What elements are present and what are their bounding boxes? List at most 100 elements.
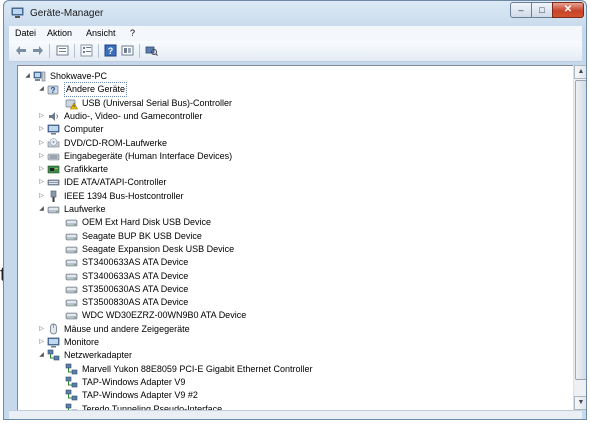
toolbar: ? xyxy=(9,41,582,62)
toolbar-separator xyxy=(74,44,75,58)
tree-item-label: Netzwerkadapter xyxy=(64,350,133,361)
tree-category[interactable]: ◢ Laufwerke xyxy=(18,203,574,216)
expand-arrow-icon[interactable]: ▷ xyxy=(38,153,45,160)
expand-arrow-icon[interactable]: ▷ xyxy=(38,339,45,346)
window-title: Geräte-Manager xyxy=(30,8,104,19)
tree-category[interactable]: ◢? Andere Geräte xyxy=(18,82,574,98)
collapse-arrow-icon[interactable]: ◢ xyxy=(24,73,31,80)
tree-item-label: OEM Ext Hard Disk USB Device xyxy=(82,217,212,228)
network-adapter-icon xyxy=(47,349,60,361)
menu-help[interactable]: ? xyxy=(130,28,135,38)
scroll-up-icon[interactable]: ▲ xyxy=(574,65,586,79)
ide-controller-icon xyxy=(47,180,60,186)
device-tree[interactable]: ◢ Shokwave-PC ◢? Andere Geräte USB (Universa… xyxy=(17,65,577,412)
hard-disk-icon xyxy=(65,219,78,227)
monitor-icon xyxy=(47,337,60,348)
tree-device[interactable]: ST3400633AS ATA Device xyxy=(18,270,574,283)
tree-item-label: ST3500630AS ATA Device xyxy=(82,283,189,294)
expand-arrow-icon[interactable]: ▷ xyxy=(38,326,45,333)
expand-arrow-icon[interactable]: ▷ xyxy=(38,126,45,133)
tree-item-label: Seagate BUP BK USB Device xyxy=(82,230,202,241)
minimize-button[interactable]: – xyxy=(510,2,532,18)
tree-device[interactable]: TAP-Windows Adapter V9 #2 xyxy=(18,389,574,402)
device-manager-icon xyxy=(11,7,24,18)
maximize-button[interactable]: □ xyxy=(531,2,553,18)
tree-item-label: TAP-Windows Adapter V9 xyxy=(82,376,186,387)
close-button[interactable]: ✕ xyxy=(552,2,584,18)
tree-item-label: Grafikkarte xyxy=(64,164,109,175)
back-arrow-icon[interactable] xyxy=(15,44,28,57)
tree-device[interactable]: WDC WD30EZRZ-00WN9B0 ATA Device xyxy=(18,309,574,322)
tree-device[interactable]: Seagate Expansion Desk USB Device xyxy=(18,243,574,256)
tree-item-label: Mäuse und andere Zeigegeräte xyxy=(64,323,190,334)
tree-device[interactable]: OEM Ext Hard Disk USB Device xyxy=(18,216,574,229)
hard-disk-icon xyxy=(65,246,78,254)
scan-hardware-icon[interactable] xyxy=(145,44,158,57)
svg-text:?: ? xyxy=(108,46,114,56)
expand-arrow-icon[interactable]: ▷ xyxy=(38,140,45,147)
title-bar[interactable]: Geräte-Manager – □ ✕ xyxy=(4,1,586,25)
tree-device[interactable]: ST3500830AS ATA Device xyxy=(18,296,574,309)
help-icon[interactable]: ? xyxy=(104,44,117,57)
computer-icon xyxy=(33,71,46,82)
toolbar-separator xyxy=(49,44,50,58)
tree-item-label: Shokwave-PC xyxy=(50,71,108,81)
display-adapter-icon xyxy=(47,165,60,174)
tree-item-label: ST3500830AS ATA Device xyxy=(82,297,189,308)
tree-item-label: ST3400633AS ATA Device xyxy=(82,257,189,268)
collapse-arrow-icon[interactable]: ◢ xyxy=(38,206,45,213)
hard-disk-icon xyxy=(65,273,78,280)
forward-arrow-icon[interactable] xyxy=(31,44,44,57)
tree-category[interactable]: ▷ Computer xyxy=(18,123,574,136)
hard-disk-icon xyxy=(65,299,78,307)
speaker-icon xyxy=(49,111,58,121)
network-adapter-icon xyxy=(65,363,78,374)
expand-arrow-icon[interactable]: ▷ xyxy=(38,113,45,120)
collapse-arrow-icon[interactable]: ◢ xyxy=(38,86,45,93)
tree-device[interactable]: Marvell Yukon 88E8059 PCI-E Gigabit Ethe… xyxy=(18,363,574,376)
firewire-icon xyxy=(50,190,57,202)
tree-device[interactable]: ST3400633AS ATA Device xyxy=(18,256,574,269)
tree-item-label: Laufwerke xyxy=(64,204,106,214)
menu-aktion[interactable]: Aktion xyxy=(47,28,72,38)
vertical-scrollbar[interactable]: ▲ ▼ xyxy=(573,65,586,410)
tree-device[interactable]: ST3500630AS ATA Device xyxy=(18,283,574,296)
tree-view-icon[interactable] xyxy=(80,44,93,57)
expand-arrow-icon[interactable]: ▷ xyxy=(38,166,45,173)
tree-category[interactable]: ▷ Monitore xyxy=(18,336,574,349)
tree-item-label: Eingabegeräte (Human Interface Devices) xyxy=(64,150,233,161)
network-adapter-icon xyxy=(65,376,78,388)
tree-root[interactable]: ◢ Shokwave-PC xyxy=(18,70,574,83)
tree-category[interactable]: ▷ IDE ATA/ATAPI-Controller xyxy=(18,176,574,189)
menu-datei[interactable]: Datei xyxy=(15,28,36,38)
tree-category[interactable]: ▷ DVD/CD-ROM-Laufwerke xyxy=(18,137,574,150)
unknown-device-icon: ? xyxy=(47,85,59,95)
tree-item-label: WDC WD30EZRZ-00WN9B0 ATA Device xyxy=(82,310,247,321)
scroll-down-icon[interactable]: ▼ xyxy=(574,396,586,410)
resources-icon[interactable] xyxy=(121,44,134,57)
tree-device[interactable]: Seagate BUP BK USB Device xyxy=(18,230,574,243)
tree-item-label: TAP-Windows Adapter V9 #2 xyxy=(82,390,198,401)
tree-item-label: IEEE 1394 Bus-Hostcontroller xyxy=(64,190,184,201)
expand-arrow-icon[interactable]: ▷ xyxy=(38,193,45,200)
svg-text:?: ? xyxy=(51,86,56,95)
scroll-thumb[interactable] xyxy=(575,80,586,380)
tree-category[interactable]: ▷ Eingabegeräte (Human Interface Devices) xyxy=(18,150,574,163)
tree-category[interactable]: ◢ Netzwerkadapter xyxy=(18,349,574,362)
monitor-icon xyxy=(47,124,60,135)
tree-item-label: Marvell Yukon 88E8059 PCI-E Gigabit Ethe… xyxy=(82,363,313,374)
tree-device[interactable]: TAP-Windows Adapter V9 xyxy=(18,376,574,389)
tree-item-label: IDE ATA/ATAPI-Controller xyxy=(64,177,167,188)
tree-item-label: Andere Geräte xyxy=(64,82,128,98)
collapse-arrow-icon[interactable]: ◢ xyxy=(38,352,45,359)
toolbar-separator xyxy=(98,44,99,58)
tree-device[interactable]: USB (Universal Serial Bus)-Controller xyxy=(18,97,574,110)
properties-icon[interactable] xyxy=(56,44,69,57)
tree-category[interactable]: ▷ Audio-, Video- und Gamecontroller xyxy=(18,110,574,123)
expand-arrow-icon[interactable]: ▷ xyxy=(38,179,45,186)
menu-ansicht[interactable]: Ansicht xyxy=(86,28,116,38)
tree-category[interactable]: ▷ Grafikkarte xyxy=(18,163,574,176)
tree-category[interactable]: ▷ Mäuse und andere Zeigegeräte xyxy=(18,323,574,336)
status-bar xyxy=(9,410,582,419)
tree-category[interactable]: ▷ IEEE 1394 Bus-Hostcontroller xyxy=(18,190,574,203)
